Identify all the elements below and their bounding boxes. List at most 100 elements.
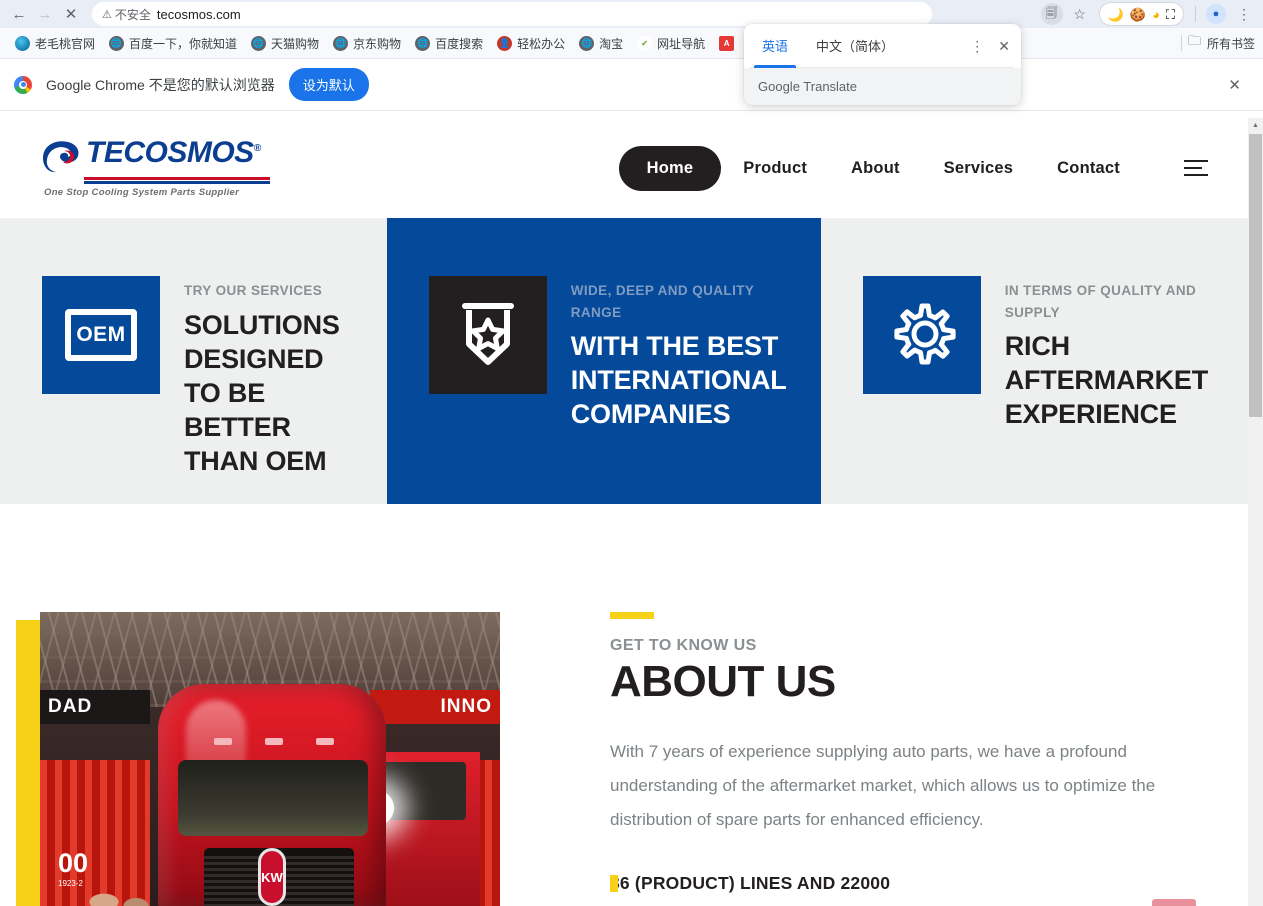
truck-illustration: DAD ESSIDAD INNO 001923-2 1001923-2 — [40, 612, 500, 906]
translate-options-icon[interactable]: ⋮ — [963, 32, 991, 61]
feature-card-aftermarket: IN TERMS OF QUALITY AND SUPPLY RICH AFTE… — [820, 218, 1248, 504]
about-body-text: With 7 years of experience supplying aut… — [610, 742, 1156, 830]
extensions-pill: 🌙 🍪 ◕ ⛶ — [1098, 2, 1184, 26]
site-header: TECOSMOS® One Stop Cooling System Parts … — [0, 118, 1248, 218]
person-favicon-icon: 👤 — [497, 35, 513, 51]
tab-source-language[interactable]: 英语 — [748, 24, 802, 68]
toolbar-right-icons: 🗐 ☆ 🌙 🍪 ◕ ⛶ ● ⋮ — [1039, 2, 1257, 26]
feature-title: WITH THE BEST INTERNATIONAL COMPANIES — [570, 331, 787, 430]
page-scrollbar[interactable]: ▲ — [1248, 118, 1263, 906]
nav-item-home[interactable]: Home — [618, 145, 722, 191]
url-text: tecosmos.com — [156, 6, 241, 22]
bookmark-item[interactable]: 老毛桃官网 — [8, 32, 102, 55]
warning-triangle-icon: ⚠ — [102, 8, 112, 21]
bookmark-item[interactable]: 🌐 百度一下，你就知道 — [102, 32, 244, 55]
address-bar[interactable]: ⚠ 不安全 tecosmos.com — [92, 2, 932, 26]
profile-avatar-icon[interactable]: ● — [1203, 2, 1229, 26]
yellow-cursor-marker — [610, 875, 618, 893]
bookmark-star-icon[interactable]: ☆ — [1067, 2, 1093, 26]
dark-mode-moon-icon[interactable]: 🌙 — [1108, 8, 1124, 21]
bookmark-label: 天猫购物 — [271, 36, 320, 51]
chrome-logo-icon — [14, 75, 32, 94]
registered-mark: ® — [253, 142, 261, 154]
avatar: ● — [1206, 4, 1226, 24]
nav-item-about[interactable]: About — [829, 147, 922, 190]
feature-kicker: IN TERMS OF QUALITY AND SUPPLY — [1004, 283, 1197, 320]
back-button[interactable]: ← — [6, 2, 32, 26]
stop-loading-button[interactable]: ✕ — [58, 2, 84, 26]
bookmark-item[interactable]: 🌐 百度搜索 — [408, 32, 490, 55]
accent-dash — [610, 612, 654, 619]
translate-icon[interactable]: 🗐 — [1039, 2, 1065, 26]
chrome-menu-icon[interactable]: ⋮ — [1231, 2, 1257, 26]
bookmark-item[interactable]: 👤 轻松办公 — [490, 32, 572, 55]
truck-door — [370, 752, 480, 906]
logo-tagline: One Stop Cooling System Parts Supplier — [44, 187, 240, 199]
set-default-button[interactable]: 设为默认 — [288, 68, 369, 101]
site-logo[interactable]: TECOSMOS® One Stop Cooling System Parts … — [40, 135, 270, 199]
feature-strip: OEM TRY OUR SERVICES SOLUTIONS DESIGNED … — [0, 218, 1248, 504]
red-favicon-icon: A — [719, 35, 735, 51]
translate-glyph: 🗐 — [1040, 3, 1063, 25]
hamburger-menu-icon[interactable] — [1184, 160, 1208, 176]
forward-button[interactable]: → — [32, 2, 58, 26]
stat-text: 36 (PRODUCT) LINES AND 22000 — [610, 873, 891, 894]
yellow-accent-bar — [16, 620, 40, 906]
logo-row: TECOSMOS® — [40, 135, 261, 174]
shield-star-svg — [461, 303, 514, 365]
feature-card-oem: OEM TRY OUR SERVICES SOLUTIONS DESIGNED … — [0, 218, 387, 504]
globe-favicon-icon: 🌐 — [579, 35, 595, 51]
infobar-message: Google Chrome 不是您的默认浏览器 — [46, 76, 275, 93]
bookmark-label: 京东购物 — [353, 36, 402, 51]
scrollbar-thumb[interactable] — [1249, 134, 1262, 417]
bookmark-item[interactable]: ✔ 网址导航 — [630, 32, 712, 55]
translate-footer-label: Google Translate — [744, 68, 1021, 105]
extensions-puzzle-icon[interactable]: ⛶ — [1166, 8, 1175, 21]
about-title: ABOUT US — [610, 657, 836, 706]
about-section: DAD ESSIDAD INNO 001923-2 1001923-2 — [0, 504, 1248, 906]
feature-text: TRY OUR SERVICES SOLUTIONS DESIGNED TO B… — [184, 276, 347, 478]
bookmark-item[interactable]: 🌐 天猫购物 — [244, 32, 326, 55]
about-image-column: DAD ESSIDAD INNO 001923-2 1001923-2 — [0, 612, 500, 906]
bookmark-label: 淘宝 — [599, 36, 624, 51]
globe-favicon-icon: 🌐 — [415, 35, 431, 51]
translate-language-tabs: 英语 中文（简体） ⋮ ✕ — [744, 24, 1021, 68]
nav-item-services[interactable]: Services — [922, 147, 1036, 190]
globe-favicon-icon: 🌐 — [333, 35, 349, 51]
infobar-close-icon[interactable]: ✕ — [1220, 72, 1249, 98]
bookmarks-bar-right: 🗀 所有书签 — [1180, 32, 1255, 54]
crowd-figures — [80, 870, 160, 906]
bookmark-label: 老毛桃官网 — [35, 36, 96, 51]
nav-item-product[interactable]: Product — [721, 147, 829, 190]
bookmark-item[interactable]: 🌐 淘宝 — [572, 32, 630, 55]
translate-close-icon[interactable]: ✕ — [991, 32, 1017, 61]
truck-cab: KW — [158, 684, 386, 906]
theme-icon[interactable]: ◕ — [1152, 8, 1160, 21]
logo-wordmark: TECOSMOS® — [86, 135, 261, 169]
cookie-icon[interactable]: 🍪 — [1130, 8, 1146, 21]
about-truck-photo: DAD ESSIDAD INNO 001923-2 1001923-2 — [40, 612, 500, 906]
bookmarks-divider — [1180, 35, 1182, 51]
folder-icon: 🗀 — [1187, 33, 1201, 48]
feature-title: RICH AFTERMARKET EXPERIENCE — [1004, 331, 1208, 430]
bookmark-item[interactable]: A — [712, 33, 746, 54]
website-page: TECOSMOS® One Stop Cooling System Parts … — [0, 118, 1248, 906]
security-warning-chip[interactable]: ⚠ 不安全 — [102, 6, 151, 23]
nav-item-contact[interactable]: Contact — [1035, 147, 1142, 190]
kenworth-badge-icon: KW — [258, 848, 286, 906]
bookmark-item[interactable]: 🌐 京东购物 — [326, 32, 408, 55]
feature-text: WIDE, DEEP AND QUALITY RANGE WITH THE BE… — [570, 276, 787, 431]
feature-kicker: WIDE, DEEP AND QUALITY RANGE — [570, 283, 755, 320]
all-bookmarks-label[interactable]: 所有书签 — [1207, 35, 1255, 52]
gear-cog-icon — [862, 276, 981, 394]
scrollbar-up-arrow[interactable]: ▲ — [1248, 118, 1263, 133]
hao-favicon-icon: ✔ — [637, 35, 653, 51]
truck-windshield — [178, 760, 368, 836]
tecosmos-swoosh-icon — [43, 140, 79, 172]
tab-target-language[interactable]: 中文（简体） — [802, 24, 908, 68]
chrome-browser-window: ← → ✕ ⚠ 不安全 tecosmos.com 🗐 ☆ 🌙 🍪 ◕ ⛶ ● ⋮… — [0, 0, 1263, 906]
google-translate-popup: 英语 中文（简体） ⋮ ✕ Google Translate — [744, 24, 1021, 105]
pink-block-decoration — [1152, 899, 1196, 906]
about-text-column: GET TO KNOW US ABOUT US With 7 years of … — [500, 612, 1248, 906]
feature-kicker: TRY OUR SERVICES — [184, 283, 323, 298]
